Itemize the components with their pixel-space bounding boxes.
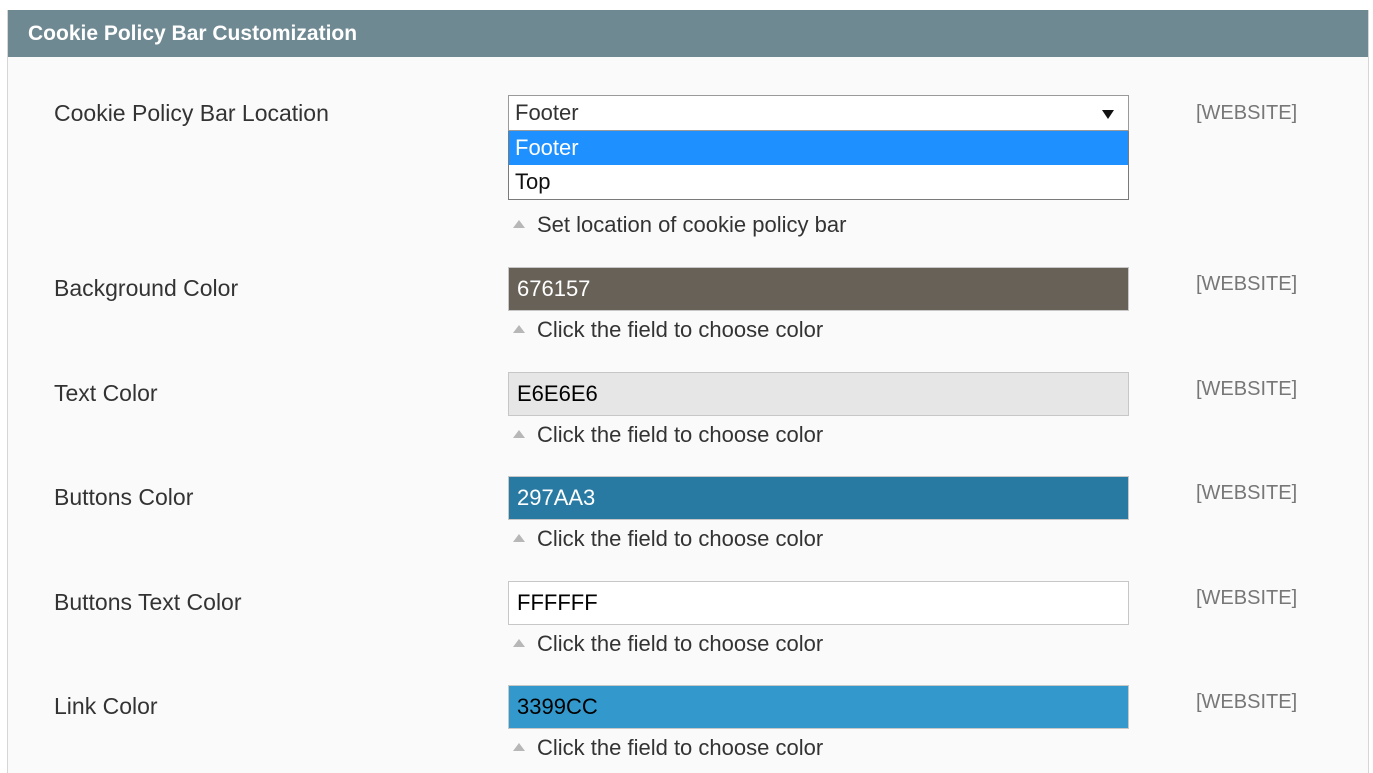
buttons-color-input[interactable]: 297AA3 [508, 476, 1129, 520]
buttons-color-hint-text: Click the field to choose color [537, 526, 824, 551]
hint-arrow-icon [513, 220, 525, 229]
location-select[interactable]: Footer [508, 95, 1129, 131]
location-scope: [WEBSITE] [1196, 102, 1298, 124]
text-color-label: Text Color [54, 380, 158, 406]
buttons-text-color-hint-text: Click the field to choose color [537, 631, 824, 656]
hint-arrow-icon [513, 534, 525, 543]
buttons-text-color-input[interactable]: FFFFFF [508, 581, 1129, 625]
chevron-down-icon [1102, 110, 1114, 119]
background-color-input[interactable]: 676157 [508, 267, 1129, 311]
link-color-label: Link Color [54, 693, 158, 719]
location-hint-text: Set location of cookie policy bar [537, 212, 847, 237]
section-title: Cookie Policy Bar Customization [28, 22, 358, 45]
location-hint: Set location of cookie policy bar [513, 212, 846, 238]
background-color-hint-text: Click the field to choose color [537, 317, 824, 342]
link-color-scope: [WEBSITE] [1196, 691, 1298, 713]
hint-arrow-icon [513, 430, 525, 439]
hint-arrow-icon [513, 325, 525, 334]
text-color-hint: Click the field to choose color [513, 422, 823, 448]
location-dropdown: Footer Top [508, 131, 1129, 200]
background-color-scope: [WEBSITE] [1196, 273, 1298, 295]
background-color-label: Background Color [54, 275, 239, 301]
buttons-text-color-label: Buttons Text Color [54, 589, 242, 615]
buttons-color-label: Buttons Color [54, 484, 194, 510]
hint-arrow-icon [513, 743, 525, 752]
config-panel: Cookie Policy Bar Customization Cookie P… [7, 10, 1369, 773]
hint-arrow-icon [513, 639, 525, 648]
buttons-color-scope: [WEBSITE] [1196, 482, 1298, 504]
background-color-hint: Click the field to choose color [513, 317, 823, 343]
buttons-text-color-hint: Click the field to choose color [513, 631, 823, 657]
link-color-hint-text: Click the field to choose color [537, 735, 824, 760]
link-color-hint: Click the field to choose color [513, 735, 823, 761]
text-color-scope: [WEBSITE] [1196, 378, 1298, 400]
section-header[interactable]: Cookie Policy Bar Customization [8, 10, 1368, 57]
location-selected-value: Footer [515, 100, 579, 125]
location-label: Cookie Policy Bar Location [54, 100, 329, 126]
text-color-hint-text: Click the field to choose color [537, 422, 824, 447]
location-option-top[interactable]: Top [509, 165, 1128, 199]
buttons-color-hint: Click the field to choose color [513, 526, 823, 552]
link-color-input[interactable]: 3399CC [508, 685, 1129, 729]
location-option-footer[interactable]: Footer [509, 131, 1128, 165]
text-color-input[interactable]: E6E6E6 [508, 372, 1129, 416]
buttons-text-color-scope: [WEBSITE] [1196, 587, 1298, 609]
